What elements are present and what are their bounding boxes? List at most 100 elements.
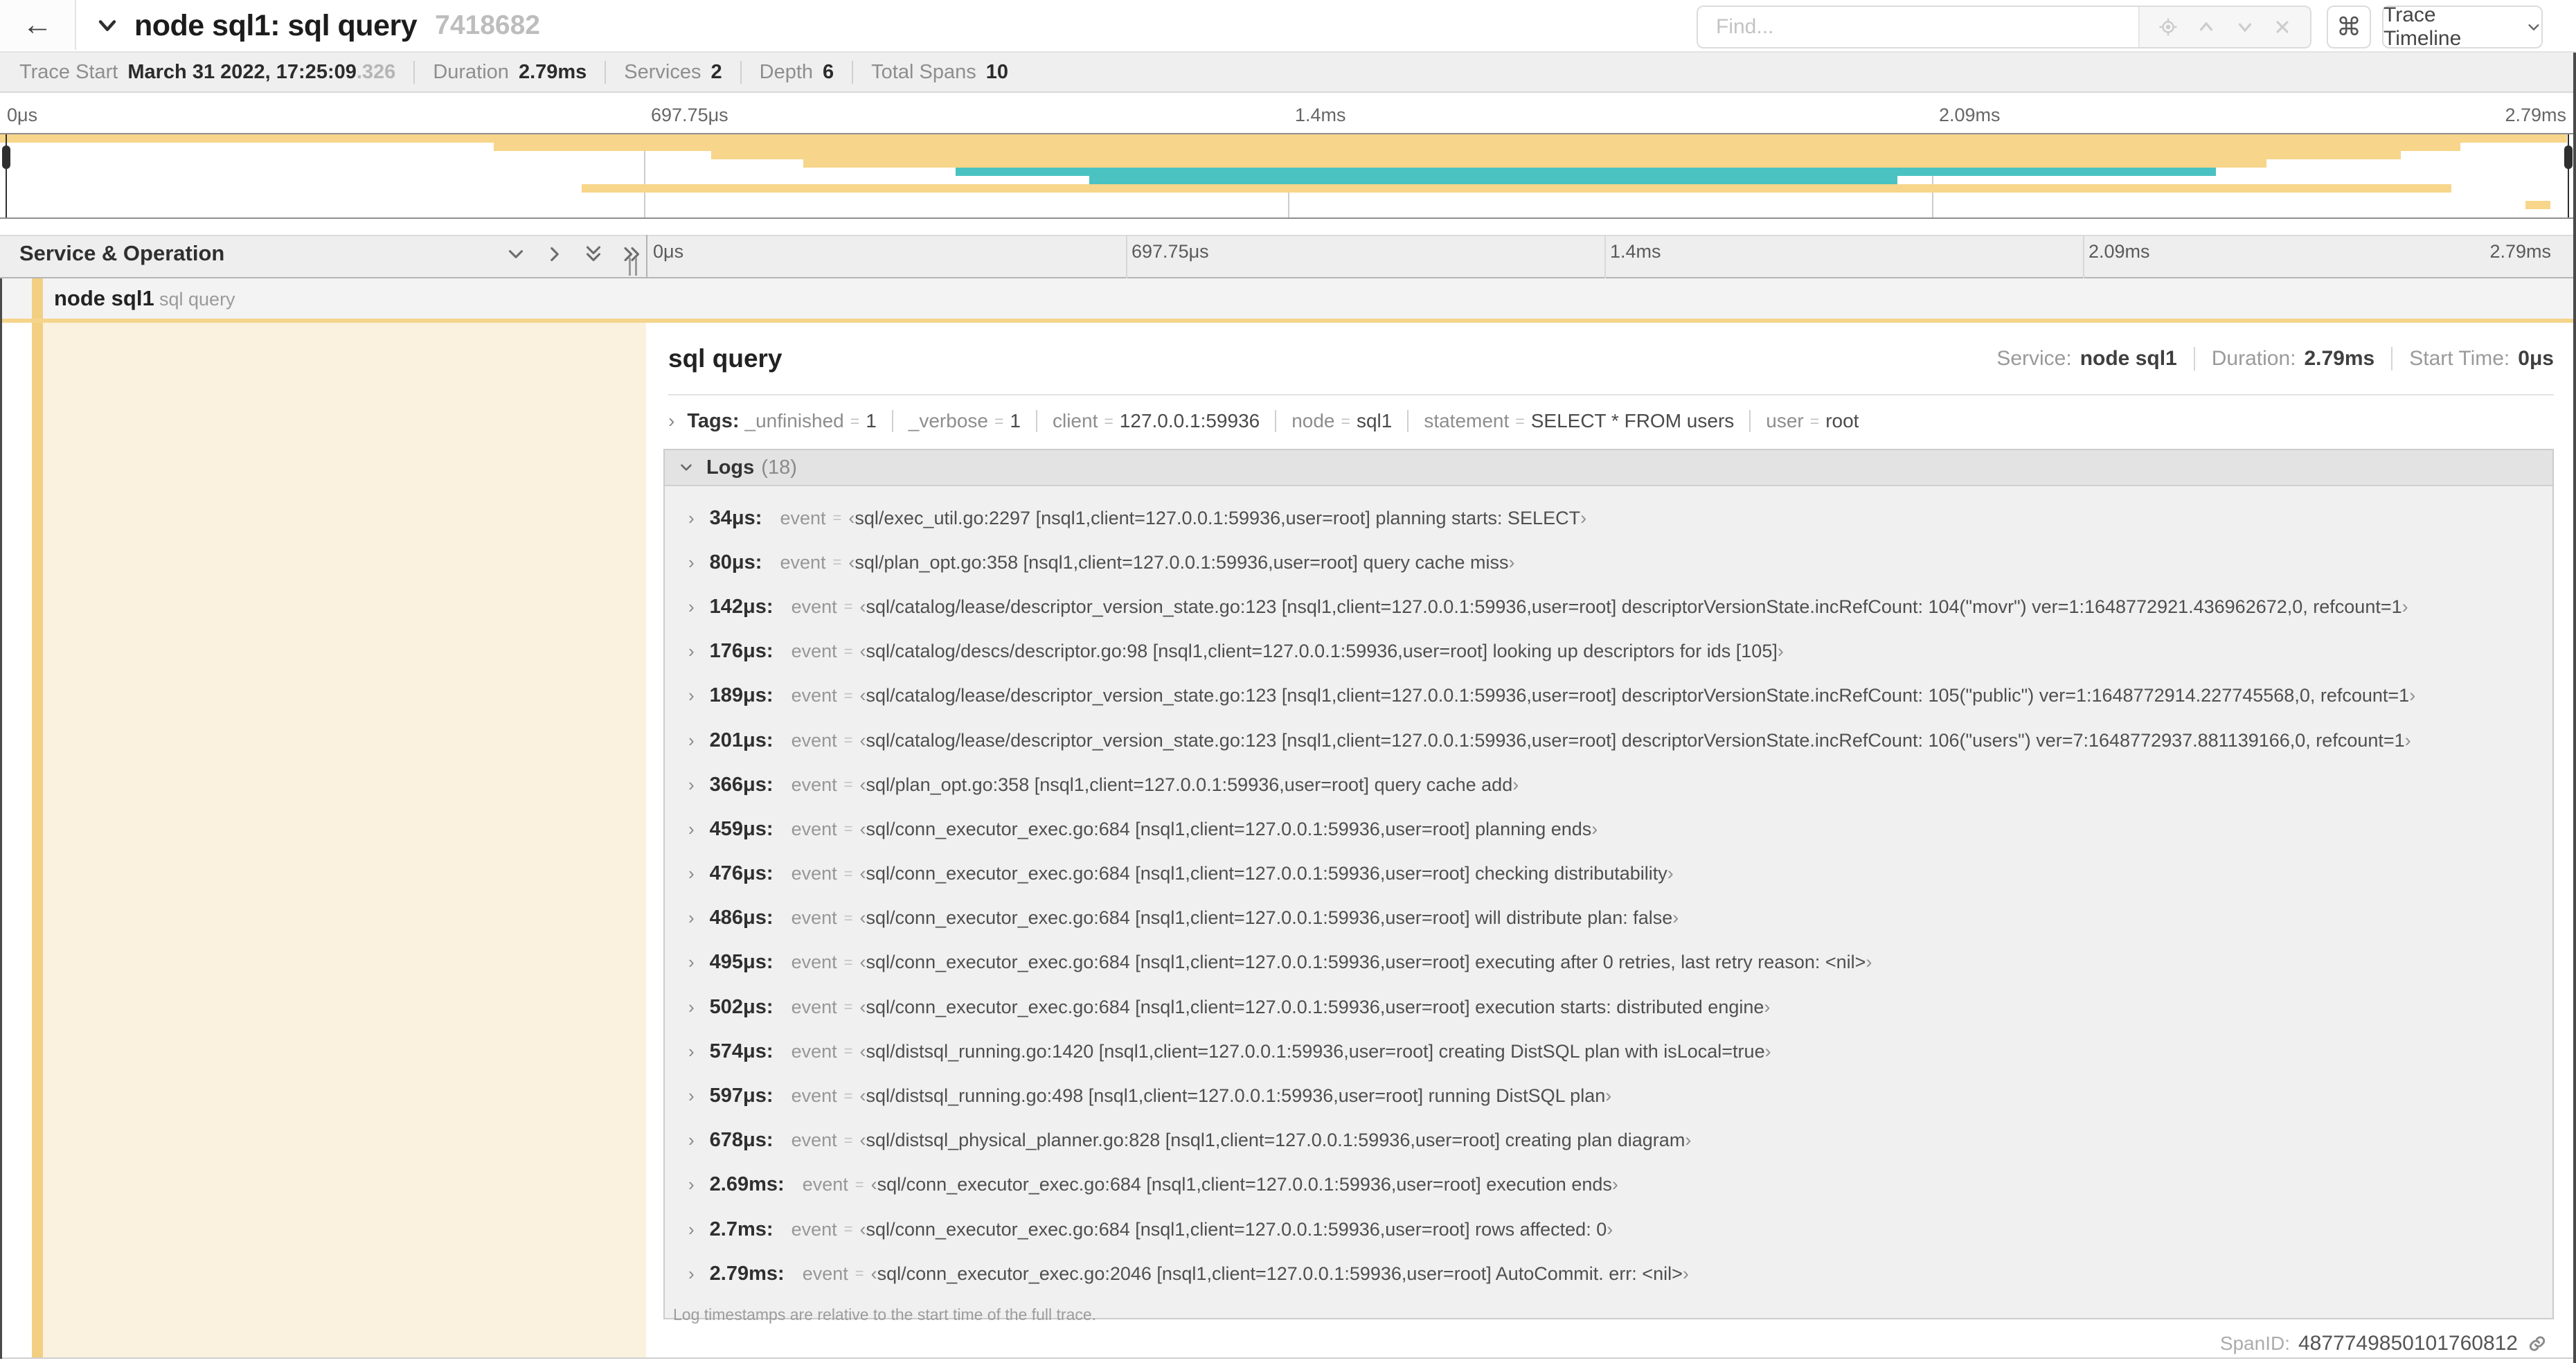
open-quote: ‹ [859, 1130, 866, 1151]
clear-search-icon[interactable] [2273, 17, 2292, 37]
close-quote: › [1667, 863, 1674, 884]
start-time-value: 0μs [2518, 347, 2554, 370]
log-row[interactable]: › 502μs: event = ‹ sql/conn_executor_exec.go:… [665, 985, 2552, 1029]
chevron-down-icon [681, 464, 692, 471]
minimap-span-bar [582, 184, 2451, 193]
expand-one-icon[interactable] [543, 242, 566, 266]
equals-sign: = [843, 1087, 853, 1105]
equals-sign: = [832, 553, 842, 571]
log-row[interactable]: › 80μs: event = ‹ sql/plan_opt.go:358 [nsql1,… [665, 540, 2552, 585]
log-row[interactable]: › 486μs: event = ‹ sql/conn_executor_exec.go:… [665, 896, 2552, 941]
equals-sign: = [843, 731, 853, 749]
collapse-one-icon[interactable] [504, 242, 528, 266]
minimap-tick-label: 2.79ms [2505, 105, 2566, 125]
log-row[interactable]: › 189μs: event = ‹ sql/catalog/lease/descript… [665, 674, 2552, 718]
log-field-value: sql/distsql_running.go:498 [nsql1,client… [866, 1085, 1606, 1107]
equals-sign: = [843, 776, 853, 794]
log-timestamp: 2.7ms: [709, 1218, 773, 1240]
scrollbar[interactable] [2573, 53, 2576, 1363]
chevron-right-icon: › [688, 1040, 695, 1062]
close-quote: › [1685, 1130, 1692, 1151]
span-operation-name[interactable]: sql query [159, 289, 235, 310]
log-row[interactable]: › 2.7ms: event = ‹ sql/conn_executor_exec.go:… [665, 1207, 2552, 1251]
column-resizer[interactable] [629, 258, 637, 276]
scrubber-grip[interactable] [2, 145, 10, 169]
locate-icon[interactable] [2158, 17, 2179, 37]
close-quote: › [1508, 551, 1515, 573]
scrubber-grip[interactable] [2564, 145, 2573, 169]
log-timestamp: 80μs: [709, 551, 762, 573]
trace-view-selector[interactable]: Trace Timeline [2382, 3, 2543, 50]
log-row[interactable]: › 142μs: event = ‹ sql/catalog/lease/descript… [665, 585, 2552, 629]
search-input[interactable]: Find... [1698, 7, 2138, 47]
logs-accordion-header[interactable]: Logs (18) [665, 450, 2552, 486]
log-row[interactable]: › 459μs: event = ‹ sql/conn_executor_exec.go:… [665, 807, 2552, 851]
chevron-right-icon: › [688, 1218, 695, 1240]
detail-left-gutter [2, 323, 32, 1359]
log-timestamp: 476μs: [709, 862, 773, 885]
tag-value: 1 [1010, 410, 1021, 431]
keyboard-shortcuts-button[interactable]: ⌘ [2327, 6, 2371, 48]
open-quote: ‹ [859, 818, 866, 839]
chevron-right-icon: › [688, 551, 695, 573]
close-quote: › [1866, 952, 1872, 973]
minimap-tick-label: 0μs [7, 105, 38, 125]
chevron-right-icon: › [688, 641, 695, 662]
minimap-tick-label: 1.4ms [1295, 105, 1346, 125]
next-match-icon[interactable] [2235, 17, 2255, 37]
log-row[interactable]: › 495μs: event = ‹ sql/conn_executor_exec.go:… [665, 941, 2552, 985]
collapse-all-icon[interactable] [582, 242, 605, 266]
minimap-tick-label: 697.75μs [651, 105, 728, 125]
tag-item: _verbose = 1 [891, 410, 1021, 432]
log-field-key: event [780, 507, 826, 528]
log-field-key: event [791, 952, 837, 973]
open-quote: ‹ [848, 507, 855, 528]
span-row[interactable]: node sql1 sql query [0, 278, 2576, 589]
log-row[interactable]: › 201μs: event = ‹ sql/catalog/lease/descript… [665, 718, 2552, 763]
stat-label: Depth [759, 60, 814, 83]
open-quote: ‹ [859, 1085, 866, 1107]
minimap-canvas[interactable] [0, 133, 2576, 219]
minimap-ruler: 0μs 697.75μs 1.4ms 2.09ms 2.79ms [0, 96, 2576, 130]
stat-label: Duration [433, 60, 509, 83]
open-quote: ‹ [859, 596, 866, 617]
log-row[interactable]: › 574μs: event = ‹ sql/distsql_running.go:142… [665, 1029, 2552, 1074]
log-field-value: sql/catalog/lease/descriptor_version_sta… [866, 685, 2410, 706]
log-field-value: sql/plan_opt.go:358 [nsql1,client=127.0.… [866, 774, 1513, 795]
log-row[interactable]: › 2.69ms: event = ‹ sql/conn_executor_exec.go… [665, 1163, 2552, 1207]
minimap-left-scrubber[interactable] [2, 134, 10, 217]
back-button[interactable]: ← [0, 0, 76, 50]
log-field-key: event [791, 685, 837, 706]
minimap-right-scrubber[interactable] [2564, 134, 2573, 217]
chevron-right-icon: › [668, 410, 675, 431]
chevron-right-icon: › [688, 907, 695, 929]
tag-value: 1 [866, 410, 877, 431]
chevron-down-icon[interactable] [96, 14, 119, 37]
minimap-span-bar [2525, 201, 2550, 209]
log-row[interactable]: › 34μs: event = ‹ sql/exec_util.go:2297 [nsql… [665, 496, 2552, 540]
log-row[interactable]: › 366μs: event = ‹ sql/plan_opt.go:358 [nsql1… [665, 763, 2552, 807]
span-service-name[interactable]: node sql1 [54, 286, 154, 311]
trace-id: 7418682 [435, 10, 540, 40]
prev-match-icon[interactable] [2196, 17, 2217, 37]
log-row[interactable]: › 176μs: event = ‹ sql/catalog/descs/descript… [665, 630, 2552, 674]
equals-sign: = [843, 953, 853, 971]
close-quote: › [1777, 641, 1784, 662]
minimap-span-bar [956, 168, 2216, 176]
chevron-right-icon: › [688, 729, 695, 751]
deep-link-icon[interactable] [2526, 1333, 2548, 1355]
log-row[interactable]: › 597μs: event = ‹ sql/distsql_running.go:498… [665, 1074, 2552, 1118]
tag-key: user [1766, 410, 1804, 431]
log-row[interactable]: › 2.79ms: event = ‹ sql/conn_executor_exec.go… [665, 1251, 2552, 1296]
equals-sign: = [994, 411, 1004, 430]
stat-label: Trace Start [19, 60, 118, 83]
chevron-right-icon: › [688, 996, 695, 1017]
detail-divider [668, 394, 2554, 395]
log-row[interactable]: › 476μs: event = ‹ sql/conn_executor_exec.go:… [665, 852, 2552, 896]
log-field-value: sql/exec_util.go:2297 [nsql1,client=127.… [855, 507, 1581, 528]
equals-sign: = [1809, 411, 1820, 430]
tags-accordion[interactable]: › Tags: _unfinished = 1 _verbose = 1 client =… [668, 404, 2554, 438]
equals-sign: = [843, 1220, 853, 1238]
log-row[interactable]: › 678μs: event = ‹ sql/distsql_physical_plann… [665, 1119, 2552, 1163]
minimap-span-bar [0, 134, 2567, 143]
